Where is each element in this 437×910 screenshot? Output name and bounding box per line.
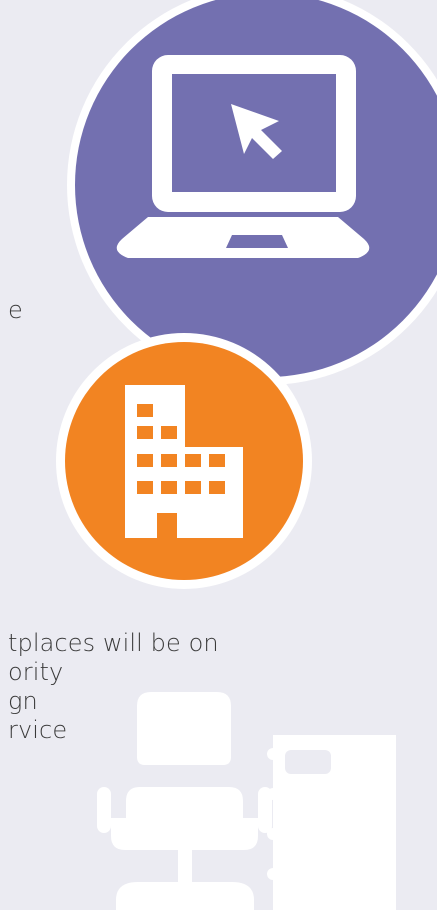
body-text-line: ority: [8, 658, 64, 686]
filing-cabinet-icon: [267, 735, 396, 910]
body-text: tplaces will be on ority gn rvice: [8, 629, 437, 745]
building-icon: [125, 385, 243, 538]
partial-text-fragment: e: [8, 296, 23, 324]
infographic-panel: e tplaces will be on ority gn rvice: [0, 0, 437, 910]
body-text-line: gn: [8, 687, 38, 715]
laptop-badge: [67, 0, 437, 385]
body-text-line: tplaces will be on: [8, 629, 219, 657]
purple-circle: [67, 0, 437, 385]
laptop-cursor-icon: [116, 55, 370, 258]
orange-circle-ring: [56, 333, 312, 589]
building-badge: [56, 333, 312, 589]
purple-circle-fill: [75, 0, 437, 377]
orange-circle-fill: [65, 342, 303, 580]
illustration-layer: [56, 0, 437, 910]
body-text-line: rvice: [8, 716, 68, 744]
